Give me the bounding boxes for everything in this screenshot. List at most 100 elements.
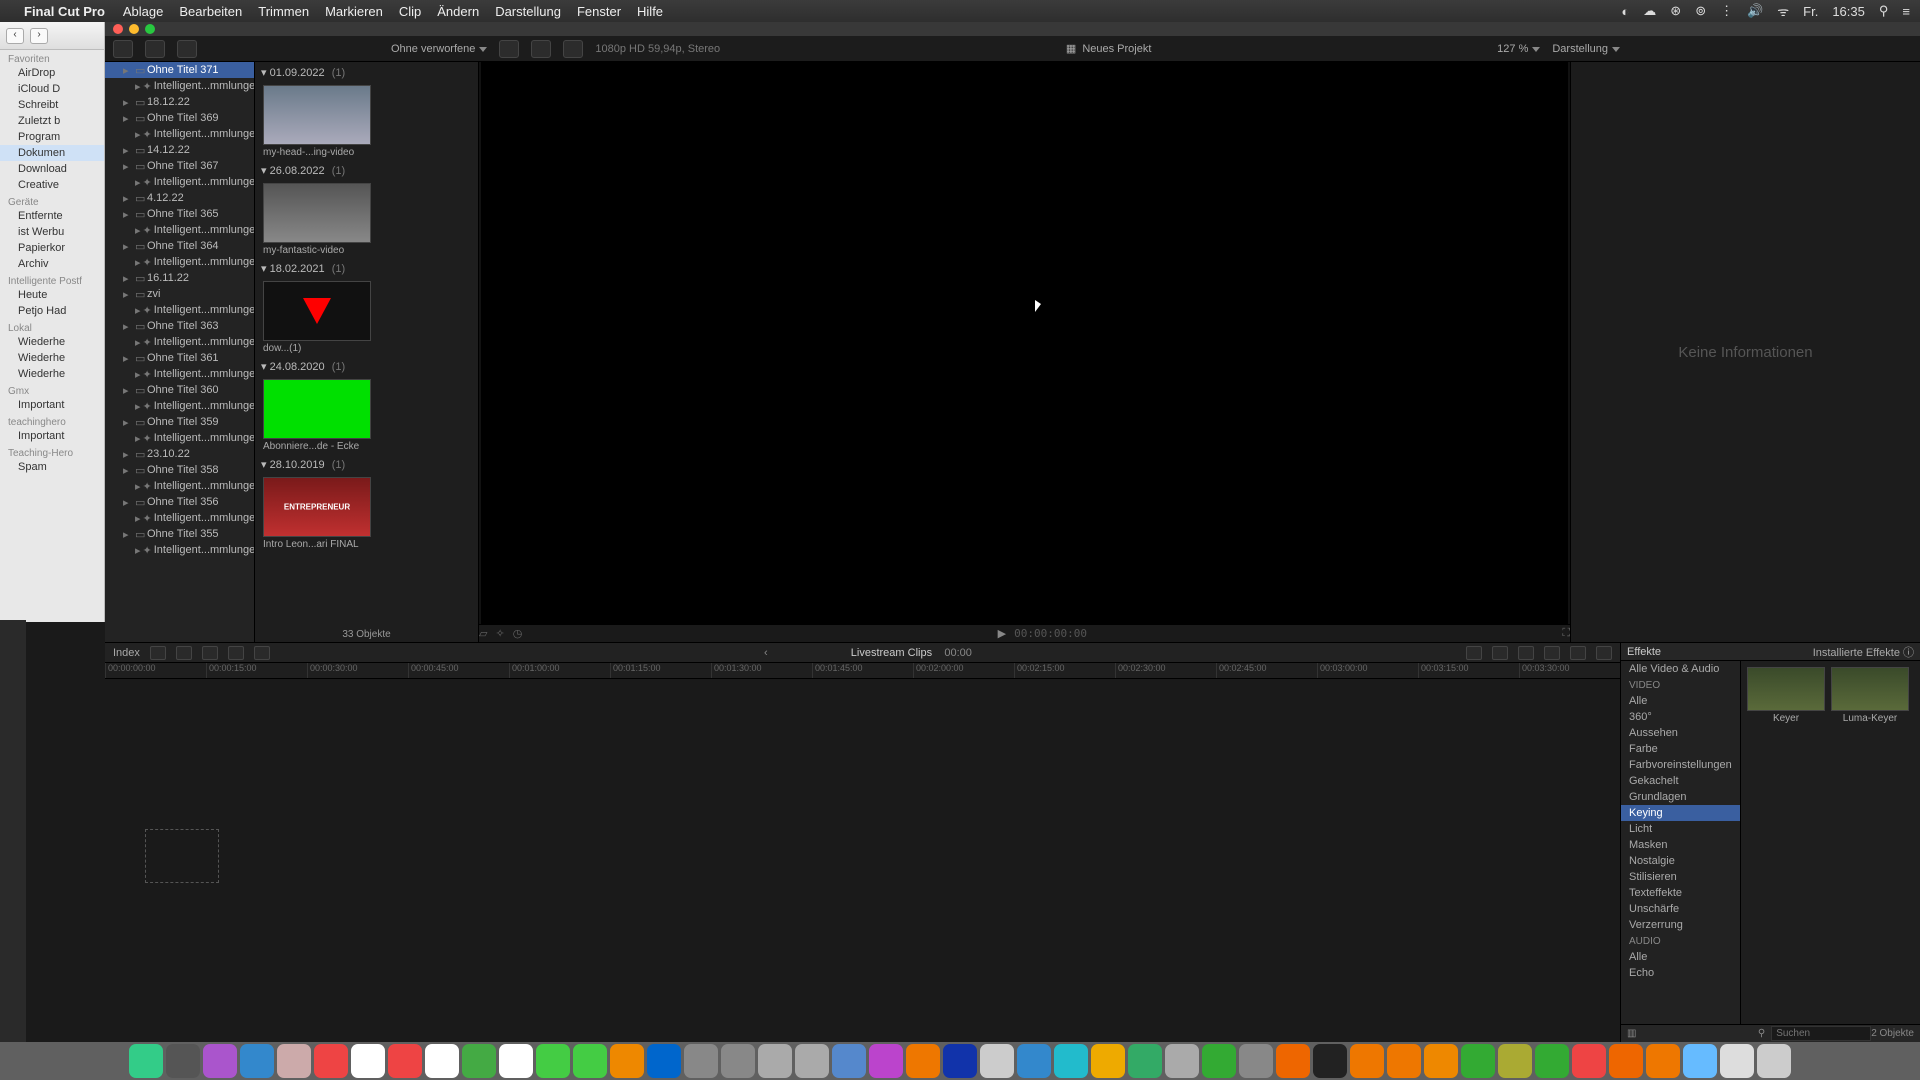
- library-item[interactable]: ▸▭Ohne Titel 363: [105, 318, 254, 334]
- effects-category[interactable]: Masken: [1621, 837, 1740, 853]
- library-item[interactable]: ▸▭18.12.22: [105, 94, 254, 110]
- library-item[interactable]: ▸▭zvi: [105, 286, 254, 302]
- effects-category[interactable]: Verzerrung: [1621, 917, 1740, 933]
- finder-sidebar-item[interactable]: Creative: [0, 177, 104, 193]
- timeline-option[interactable]: [1466, 646, 1482, 660]
- back-button[interactable]: ‹: [6, 28, 24, 44]
- effects-category[interactable]: Licht: [1621, 821, 1740, 837]
- clip-thumbnail[interactable]: dow...(1): [263, 281, 371, 354]
- wifi-icon[interactable]: ᯤ: [1777, 2, 1789, 20]
- dock-app-icon[interactable]: [758, 1044, 792, 1078]
- status-icon[interactable]: ⊚: [1695, 3, 1706, 19]
- finder-sidebar-item[interactable]: Entfernte: [0, 208, 104, 224]
- filmstrip-button[interactable]: [531, 40, 551, 58]
- effects-category[interactable]: Alle Video & Audio: [1621, 661, 1740, 677]
- timeline-option[interactable]: [1596, 646, 1612, 660]
- dock-app-icon[interactable]: [647, 1044, 681, 1078]
- viewer-timecode[interactable]: 00:00:00:00: [1014, 627, 1087, 640]
- dock-app-icon[interactable]: [462, 1044, 496, 1078]
- timeline-tracks[interactable]: [105, 679, 1620, 1042]
- library-item[interactable]: ▸✦Intelligent...mmlungen: [105, 398, 254, 414]
- dock-app-icon[interactable]: [1535, 1044, 1569, 1078]
- dock-app-icon[interactable]: [351, 1044, 385, 1078]
- effects-categories[interactable]: Alle Video & AudioVIDEOAlle360°AussehenF…: [1621, 661, 1741, 1024]
- dock-app-icon[interactable]: [1461, 1044, 1495, 1078]
- menu-clip[interactable]: Clip: [399, 4, 421, 19]
- library-item[interactable]: ▸✦Intelligent...mmlungen: [105, 78, 254, 94]
- dock-app-icon[interactable]: [1165, 1044, 1199, 1078]
- library-item[interactable]: ▸▭23.10.22: [105, 446, 254, 462]
- dock-app-icon[interactable]: [166, 1044, 200, 1078]
- finder-sidebar-item[interactable]: Heute: [0, 287, 104, 303]
- finder-sidebar-item[interactable]: Spam: [0, 459, 104, 475]
- finder-sidebar-item[interactable]: Petjo Had: [0, 303, 104, 319]
- spotlight-icon[interactable]: ⚲: [1879, 3, 1889, 19]
- library-item[interactable]: ▸✦Intelligent...mmlungen: [105, 254, 254, 270]
- status-icon[interactable]: ⊛: [1670, 3, 1681, 19]
- timeline-tool[interactable]: [176, 646, 192, 660]
- timeline-tool[interactable]: [150, 646, 166, 660]
- dock-app-icon[interactable]: [906, 1044, 940, 1078]
- menu-darstellung[interactable]: Darstellung: [495, 4, 561, 19]
- menu-fenster[interactable]: Fenster: [577, 4, 621, 19]
- keyword-button[interactable]: [177, 40, 197, 58]
- effects-category[interactable]: Stilisieren: [1621, 869, 1740, 885]
- library-item[interactable]: ▸▭Ohne Titel 355: [105, 526, 254, 542]
- dock-app-icon[interactable]: [1202, 1044, 1236, 1078]
- clip-thumbnail[interactable]: my-fantastic-video: [263, 183, 371, 256]
- dock-app-icon[interactable]: [1572, 1044, 1606, 1078]
- dock-app-icon[interactable]: [573, 1044, 607, 1078]
- effects-category[interactable]: Gekachelt: [1621, 773, 1740, 789]
- dock-app-icon[interactable]: [1424, 1044, 1458, 1078]
- macos-dock[interactable]: [0, 1042, 1920, 1080]
- timeline-tool[interactable]: [202, 646, 218, 660]
- effects-category[interactable]: Aussehen: [1621, 725, 1740, 741]
- clip-filter-dropdown[interactable]: Ohne verworfene: [391, 43, 487, 55]
- library-item[interactable]: ▸▭Ohne Titel 367: [105, 158, 254, 174]
- library-sidebar[interactable]: ▸▭Ohne Titel 371▸✦Intelligent...mmlungen…: [105, 62, 255, 642]
- library-item[interactable]: ▸▭Ohne Titel 356: [105, 494, 254, 510]
- browser-date-group[interactable]: ▾ 18.02.2021 (1): [255, 258, 478, 279]
- library-item[interactable]: ▸▭Ohne Titel 364: [105, 238, 254, 254]
- search-icon[interactable]: [563, 40, 583, 58]
- tool-button[interactable]: ◷: [513, 627, 523, 640]
- dock-app-icon[interactable]: [277, 1044, 311, 1078]
- library-item[interactable]: ▸✦Intelligent...mmlungen: [105, 478, 254, 494]
- forward-button[interactable]: ›: [30, 28, 48, 44]
- finder-sidebar-item[interactable]: Important: [0, 397, 104, 413]
- library-item[interactable]: ▸✦Intelligent...mmlungen: [105, 510, 254, 526]
- menu-markieren[interactable]: Markieren: [325, 4, 383, 19]
- viewer-display-dropdown[interactable]: Darstellung: [1552, 43, 1620, 55]
- library-button[interactable]: [145, 40, 165, 58]
- list-view-button[interactable]: [499, 40, 519, 58]
- effect-thumbnail[interactable]: Keyer: [1747, 667, 1825, 724]
- menu-hilfe[interactable]: Hilfe: [637, 4, 663, 19]
- play-button[interactable]: ▶: [998, 627, 1006, 640]
- menu-aendern[interactable]: Ändern: [437, 4, 479, 19]
- dock-app-icon[interactable]: [1128, 1044, 1162, 1078]
- timeline-option[interactable]: [1570, 646, 1586, 660]
- tool-button[interactable]: ✧: [495, 627, 504, 640]
- library-item[interactable]: ▸▭4.12.22: [105, 190, 254, 206]
- finder-sidebar-item[interactable]: Schreibt: [0, 97, 104, 113]
- library-item[interactable]: ▸▭Ohne Titel 365: [105, 206, 254, 222]
- dock-app-icon[interactable]: [610, 1044, 644, 1078]
- library-item[interactable]: ▸▭14.12.22: [105, 142, 254, 158]
- dock-app-icon[interactable]: [1609, 1044, 1643, 1078]
- effects-category[interactable]: Echo: [1621, 965, 1740, 981]
- tool-button[interactable]: ▱: [479, 627, 487, 640]
- effects-thumbnails[interactable]: KeyerLuma-Keyer: [1741, 661, 1920, 1024]
- effects-category[interactable]: Nostalgie: [1621, 853, 1740, 869]
- dock-app-icon[interactable]: [499, 1044, 533, 1078]
- dock-app-icon[interactable]: [980, 1044, 1014, 1078]
- menu-ablage[interactable]: Ablage: [123, 4, 163, 19]
- finder-sidebar-item[interactable]: Wiederhe: [0, 334, 104, 350]
- library-item[interactable]: ▸▭Ohne Titel 359: [105, 414, 254, 430]
- library-item[interactable]: ▸✦Intelligent...mmlungen: [105, 366, 254, 382]
- library-item[interactable]: ▸✦Intelligent...mmlungen: [105, 126, 254, 142]
- dock-app-icon[interactable]: [1498, 1044, 1532, 1078]
- browser-date-group[interactable]: ▾ 24.08.2020 (1): [255, 356, 478, 377]
- dock-app-icon[interactable]: [1276, 1044, 1310, 1078]
- dock-app-icon[interactable]: [1091, 1044, 1125, 1078]
- wifi-icon[interactable]: ⋮: [1720, 3, 1733, 19]
